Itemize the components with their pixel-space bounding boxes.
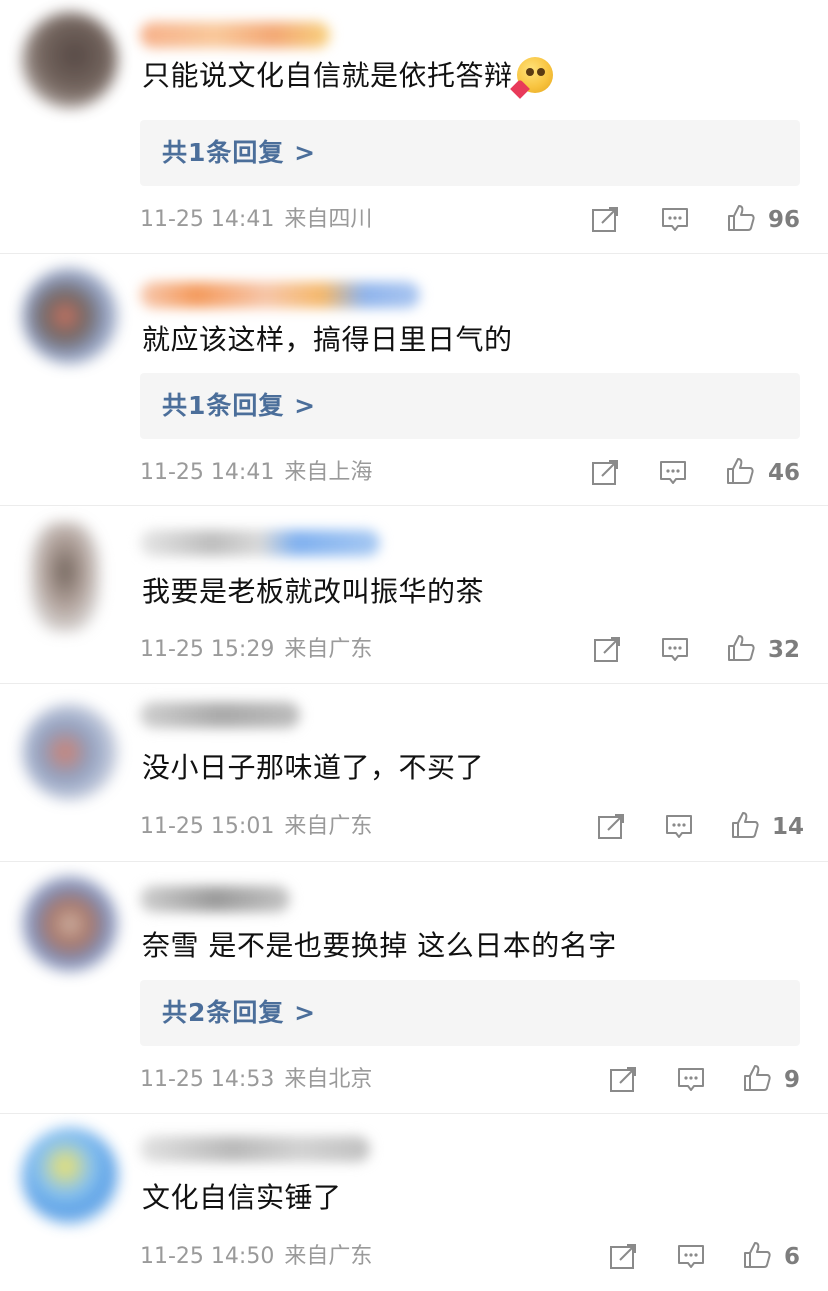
comment-location: 来自广东 [284, 1244, 373, 1269]
comment-text: 就应该这样，搞得日里日气的 [142, 323, 513, 356]
comment-item: 就应该这样，搞得日里日气的 共1条回复 > 11-25 14:41 来自上海 46 [0, 254, 828, 506]
reply-count-link[interactable]: 共1条回复 > [162, 135, 316, 171]
avatar[interactable] [22, 268, 118, 364]
comment-item: 我要是老板就改叫振华的茶 11-25 15:29 来自广东 32 [0, 506, 828, 684]
comment-text: 只能说文化自信就是依托答辩 [130, 50, 617, 102]
like-count: 46 [768, 460, 801, 486]
like-icon[interactable] [730, 810, 760, 840]
comment-icon[interactable] [660, 205, 690, 235]
share-icon[interactable] [608, 1242, 638, 1272]
comment-icon[interactable] [664, 812, 694, 842]
share-icon[interactable] [596, 812, 626, 842]
reply-summary[interactable]: 共2条回复 > [140, 980, 800, 1046]
comment-text: 我要是老板就改叫振华的茶 [142, 575, 485, 608]
share-icon[interactable] [590, 205, 620, 235]
heart-eyes-emoji-icon [509, 57, 553, 99]
comment-location: 来自北京 [284, 1067, 373, 1092]
avatar[interactable] [22, 704, 118, 800]
comment-meta: 11-25 14:53 来自北京 [140, 1064, 372, 1096]
share-icon[interactable] [590, 458, 620, 488]
like-icon[interactable] [726, 633, 756, 663]
comment-meta: 11-25 14:50 来自广东 [140, 1241, 372, 1273]
share-icon[interactable] [608, 1065, 638, 1095]
comment-text: 奈雪 是不是也要换掉 这么日本的名字 [142, 929, 617, 962]
comment-time: 11-25 14:41 [140, 207, 275, 232]
like-count: 96 [768, 207, 801, 233]
comment-time: 11-25 14:50 [140, 1244, 275, 1269]
reply-count-link[interactable]: 共2条回复 > [162, 995, 316, 1031]
avatar[interactable] [22, 1128, 118, 1224]
comment-icon[interactable] [676, 1242, 706, 1272]
reply-summary[interactable]: 共1条回复 > [140, 120, 800, 186]
like-icon[interactable] [742, 1240, 772, 1270]
comment-meta: 11-25 15:29 来自广东 [140, 634, 372, 666]
like-count: 6 [784, 1244, 801, 1270]
comment-text: 文化自信实锤了 [142, 1181, 342, 1214]
comment-location: 来自广东 [284, 637, 373, 662]
reply-count-link[interactable]: 共1条回复 > [162, 388, 316, 424]
avatar[interactable] [22, 12, 118, 108]
comment-time: 11-25 15:01 [140, 814, 275, 839]
comment-item: 只能说文化自信就是依托答辩 共1条回复 > 11-25 14:41 来自四川 96 [0, 0, 828, 254]
comment-meta: 11-25 14:41 来自四川 [140, 204, 372, 236]
username[interactable] [140, 530, 380, 556]
like-icon[interactable] [725, 456, 755, 486]
like-count: 9 [784, 1067, 801, 1093]
like-count: 32 [768, 637, 801, 663]
comment-time: 11-25 15:29 [140, 637, 275, 662]
avatar[interactable] [22, 876, 118, 972]
comment-icon[interactable] [676, 1065, 706, 1095]
username[interactable] [140, 886, 290, 912]
like-icon[interactable] [726, 203, 756, 233]
comment-time: 11-25 14:53 [140, 1067, 275, 1092]
username[interactable] [140, 282, 420, 308]
comment-item: 奈雪 是不是也要换掉 这么日本的名字 共2条回复 > 11-25 14:53 来自… [0, 862, 828, 1114]
comment-item: 没小日子那味道了，不买了 11-25 15:01 来自广东 14 [0, 684, 828, 862]
share-icon[interactable] [592, 635, 622, 665]
username[interactable] [140, 702, 300, 728]
comment-icon[interactable] [658, 458, 688, 488]
username[interactable] [140, 22, 330, 48]
comment-text: 没小日子那味道了，不买了 [142, 751, 485, 784]
comment-location: 来自广东 [284, 814, 373, 839]
comment-location: 来自四川 [284, 207, 373, 232]
comment-location: 来自上海 [284, 460, 373, 485]
comment-meta: 11-25 15:01 来自广东 [140, 811, 372, 843]
comment-meta: 11-25 14:41 来自上海 [140, 457, 372, 489]
like-icon[interactable] [742, 1063, 772, 1093]
comment-time: 11-25 14:41 [140, 460, 275, 485]
like-count: 14 [772, 814, 805, 840]
comment-icon[interactable] [660, 635, 690, 665]
avatar[interactable] [30, 522, 100, 632]
comment-text-content: 只能说文化自信就是依托答辩 [142, 59, 513, 92]
username[interactable] [140, 1136, 370, 1162]
comment-item: 文化自信实锤了 11-25 14:50 来自广东 6 [0, 1114, 828, 1291]
reply-summary[interactable]: 共1条回复 > [140, 373, 800, 439]
